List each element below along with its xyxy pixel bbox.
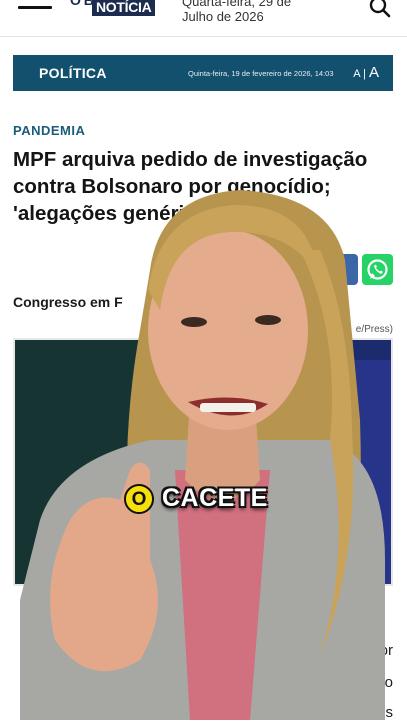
video-caption: O CACETE [122,481,292,517]
caption-text: CACETE [162,484,268,512]
presenter-video-overlay [20,190,385,720]
caption-badge: O [124,484,154,514]
